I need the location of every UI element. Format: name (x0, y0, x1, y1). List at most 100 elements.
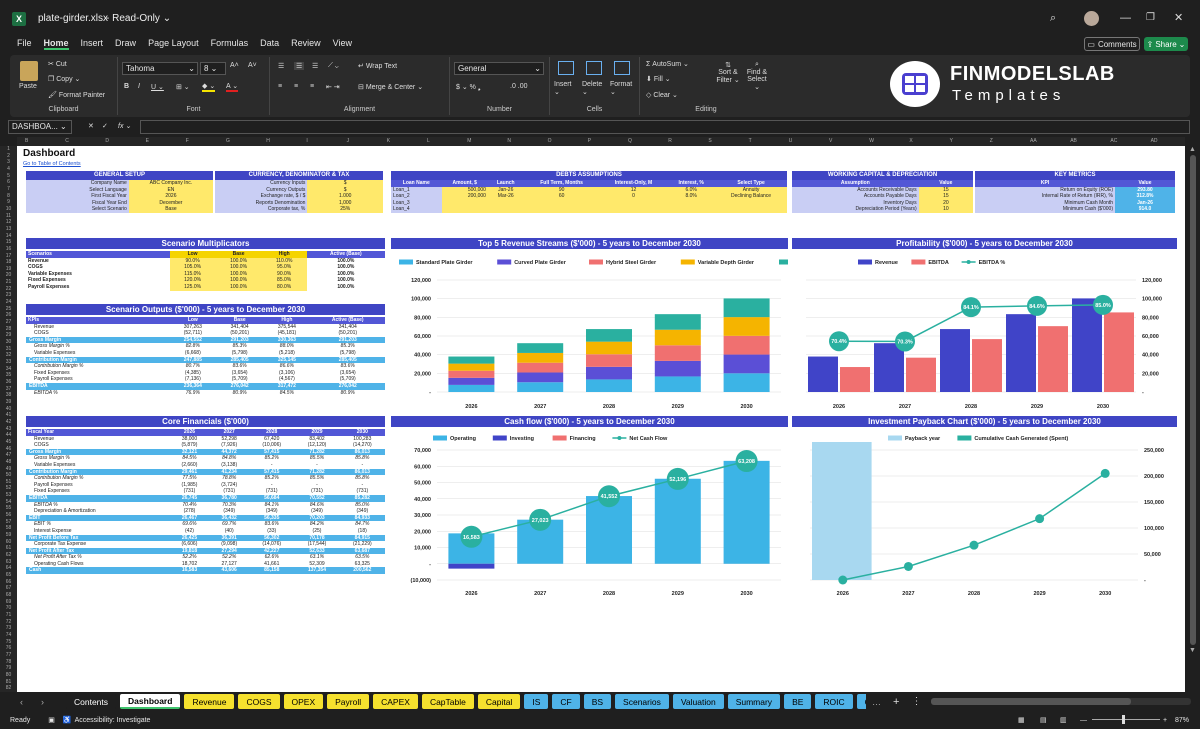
debts-cell[interactable] (599, 199, 668, 207)
italic-button[interactable]: I (138, 83, 140, 90)
indent-icon[interactable]: ⇤ ⇥ (326, 83, 340, 91)
sm-cell[interactable]: 115.0% (169, 270, 216, 278)
column-header[interactable]: AB (1070, 138, 1077, 144)
tab-be[interactable]: BE (784, 694, 812, 709)
horizontal-scrollbar[interactable] (931, 698, 1192, 705)
align-right-icon[interactable]: ≡ (310, 83, 314, 90)
row-header[interactable]: 72 (0, 619, 17, 626)
row-header[interactable]: 82 (0, 685, 17, 692)
clear-button[interactable]: ◇ Clear ⌄ (646, 91, 678, 99)
menu-review[interactable]: Review (291, 38, 321, 50)
row-header[interactable]: 26 (0, 312, 17, 319)
row-header[interactable]: 56 (0, 512, 17, 519)
row-header[interactable]: 68 (0, 592, 17, 599)
align-bottom-icon[interactable]: ☰ (312, 62, 318, 70)
row-header[interactable]: 23 (0, 292, 17, 299)
column-header[interactable]: D (105, 138, 109, 144)
debts-cell[interactable]: Declining Balance (715, 193, 787, 200)
comments-button[interactable]: ▭ Comments (1084, 37, 1140, 51)
menu-page-layout[interactable]: Page Layout (148, 38, 199, 50)
row-header[interactable]: 37 (0, 386, 17, 393)
debts-cell[interactable]: 200,000 (441, 193, 488, 200)
sm-cell[interactable]: 120.0% (169, 277, 216, 284)
debts-cell[interactable]: Mar-26 (487, 193, 524, 200)
row-header[interactable]: 8 (0, 193, 17, 200)
insert-cells-icon[interactable] (558, 61, 574, 75)
sm-cell[interactable]: 125.0% (169, 283, 216, 291)
sm-cell[interactable]: 105.0% (169, 264, 216, 271)
column-header[interactable]: L (427, 138, 430, 144)
row-header[interactable]: 17 (0, 253, 17, 260)
debts-cell[interactable] (441, 199, 488, 207)
sm-cell[interactable]: 80.0% (261, 283, 307, 291)
sm-cell[interactable]: 95.0% (261, 264, 307, 271)
autosum-button[interactable]: Σ AutoSum ⌄ (646, 60, 689, 68)
debts-cell[interactable]: 12 (599, 186, 668, 194)
row-header[interactable]: 10 (0, 206, 17, 213)
row-header[interactable]: 79 (0, 665, 17, 672)
sm-cell[interactable]: 110.0% (261, 257, 307, 265)
row-header[interactable]: 69 (0, 599, 17, 606)
tab-charts[interactable]: Charts (856, 694, 866, 709)
debts-cell[interactable] (599, 206, 668, 213)
share-button[interactable]: ⇪ Share ⌄ (1144, 37, 1188, 51)
row-header[interactable]: 81 (0, 679, 17, 686)
menu-insert[interactable]: Insert (81, 38, 104, 50)
row-header[interactable]: 63 (0, 559, 17, 566)
insert-cells-button[interactable]: Insert ⌄ (554, 81, 572, 96)
tab-next-icon[interactable]: › (41, 697, 44, 707)
debts-cell[interactable]: 6.0% (667, 186, 716, 194)
row-header[interactable]: 71 (0, 612, 17, 619)
debts-cell[interactable]: Jan-26 (487, 186, 524, 194)
wrap-text-button[interactable]: ↵ Wrap Text (358, 62, 397, 70)
worksheet[interactable]: Dashboard Go to Table of Contents GENERA… (17, 146, 1185, 692)
tab-opex[interactable]: OPEX (283, 694, 324, 709)
tab-valuation[interactable]: Valuation (672, 694, 724, 709)
general-setup-value[interactable]: 2026 (128, 193, 213, 200)
avatar[interactable] (1084, 11, 1099, 26)
paste-icon[interactable] (20, 61, 38, 81)
row-header[interactable]: 54 (0, 499, 17, 506)
number-format-select[interactable]: General ⌄ (454, 62, 544, 75)
row-header[interactable]: 18 (0, 259, 17, 266)
column-header[interactable]: G (226, 138, 230, 144)
sm-cell[interactable]: 85.0% (261, 277, 307, 284)
row-header[interactable]: 15 (0, 239, 17, 246)
row-header[interactable]: 13 (0, 226, 17, 233)
page-break-icon[interactable]: ▥ (1060, 716, 1067, 724)
zoom-slider[interactable] (1092, 715, 1160, 724)
font-size-select[interactable]: 8 ⌄ (200, 62, 226, 75)
row-header[interactable]: 62 (0, 552, 17, 559)
paste-button[interactable]: Paste (19, 83, 37, 90)
sm-cell[interactable]: 100.0% (215, 283, 262, 291)
debts-cell[interactable] (523, 206, 600, 213)
row-header[interactable]: 34 (0, 366, 17, 373)
row-header[interactable]: 32 (0, 352, 17, 359)
row-header[interactable]: 53 (0, 492, 17, 499)
debts-cell[interactable] (523, 199, 600, 207)
minimize-icon[interactable]: — (1120, 12, 1131, 24)
tab-cogs[interactable]: COGS (238, 694, 280, 709)
sm-cell[interactable]: 100.0% (215, 270, 262, 278)
row-header[interactable]: 3 (0, 159, 17, 166)
copy-button[interactable]: ❐ Copy ⌄ (48, 75, 80, 83)
wc-value[interactable]: 15 (918, 193, 973, 200)
column-header[interactable]: P (588, 138, 591, 144)
row-header[interactable]: 1 (0, 146, 17, 153)
row-header[interactable]: 25 (0, 306, 17, 313)
normal-view-icon[interactable]: ▦ (1018, 716, 1025, 724)
column-header[interactable]: I (306, 138, 307, 144)
increase-font-icon[interactable]: A˄ (230, 62, 239, 69)
column-header[interactable]: H (266, 138, 270, 144)
row-header[interactable]: 29 (0, 332, 17, 339)
sort-filter-button[interactable]: ⇅ Sort & Filter ⌄ (716, 61, 740, 84)
menu-data[interactable]: Data (260, 38, 279, 50)
name-box[interactable]: DASHBOA... ⌄ (8, 120, 72, 134)
column-header[interactable]: O (548, 138, 552, 144)
debts-cell[interactable] (667, 199, 716, 207)
column-header[interactable]: W (869, 138, 874, 144)
align-left-icon[interactable]: ≡ (278, 83, 282, 90)
tab-dashboard[interactable]: Dashboard (120, 694, 181, 709)
column-header[interactable]: X (909, 138, 912, 144)
tab-scenarios[interactable]: Scenarios (615, 694, 669, 709)
